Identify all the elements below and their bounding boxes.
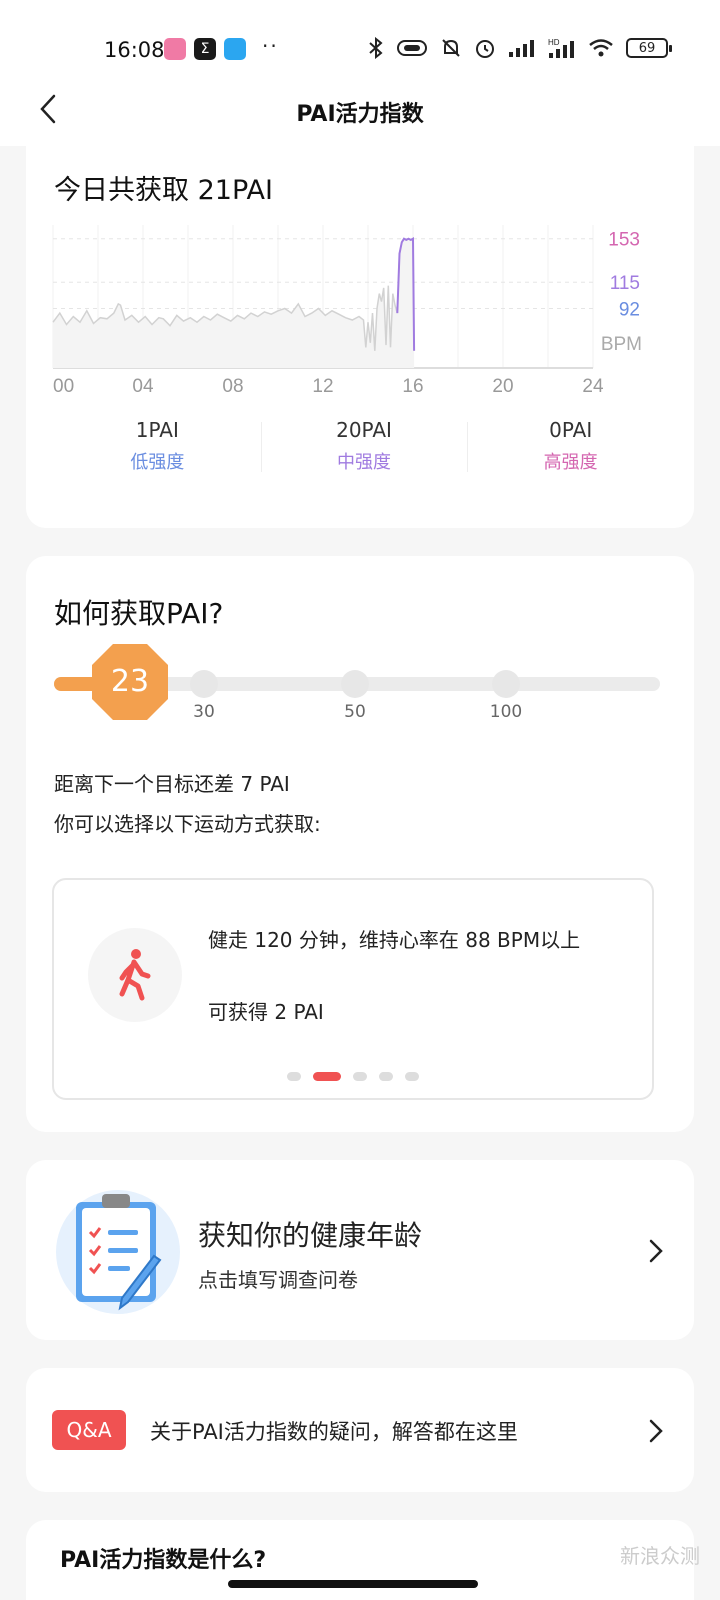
heart-rate-area xyxy=(53,238,415,368)
vibrate-icon xyxy=(397,40,427,56)
qa-text: 关于PAI活力指数的疑问，解答都在这里 xyxy=(150,1420,518,1444)
walking-person-icon xyxy=(119,949,151,1001)
suggestion-reward: 可获得 2 PAI xyxy=(208,1000,324,1024)
pai-stat-label: 低强度 xyxy=(130,452,185,473)
milestone-dot xyxy=(492,670,520,698)
bilibili-icon xyxy=(164,38,186,60)
pager-dot[interactable] xyxy=(379,1072,393,1081)
svg-text:HD: HD xyxy=(548,38,560,47)
qa-card[interactable]: Q&A 关于PAI活力指数的疑问，解答都在这里 xyxy=(26,1368,694,1492)
reference-label: 115 xyxy=(610,273,640,294)
notification-icons: Σ xyxy=(164,38,246,60)
what-is-pai-title: PAI活力指数是什么? xyxy=(60,1548,267,1573)
pai-stat-value: 1PAI xyxy=(135,418,179,442)
how-to-get-pai-card: 如何获取PAI? 30 50 100 23 距离下一个目标还差 7 PAI 你可… xyxy=(26,556,694,1132)
cloud-app-icon xyxy=(224,38,246,60)
walking-icon-circle xyxy=(88,928,182,1022)
pai-intensity-stats: 1PAI 低强度 20PAI 中强度 0PAI 高强度 xyxy=(54,418,674,486)
pai-stat-label: 高强度 xyxy=(543,452,598,473)
reference-label: 92 xyxy=(619,300,640,321)
suggestion-text: 健走 120 分钟，维持心率在 88 BPM以上 xyxy=(208,928,581,952)
suggestion-pager xyxy=(54,1072,652,1081)
mute-icon xyxy=(442,39,460,57)
health-age-card[interactable]: 获知你的健康年龄 点击填写调查问卷 xyxy=(26,1160,694,1340)
milestone-label: 30 xyxy=(193,702,215,722)
battery-icon: 69 xyxy=(626,38,672,58)
watermark: 新浪众测 xyxy=(620,1544,700,1568)
pager-dot[interactable] xyxy=(287,1072,301,1081)
hd-signal-icon: HD xyxy=(548,38,574,58)
x-tick-label: 04 xyxy=(132,376,154,397)
exercise-suggestion-card[interactable]: 健走 120 分钟，维持心率在 88 BPM以上 可获得 2 PAI xyxy=(52,878,654,1100)
pai-stat-high: 0PAI 高强度 xyxy=(467,418,674,486)
pager-dot[interactable] xyxy=(353,1072,367,1081)
x-tick-label: 16 xyxy=(402,376,423,397)
qa-badge: Q&A xyxy=(52,1410,126,1450)
today-pai-card: 今日共获取 21PAI 153 115 92 BPM 00 04 08 12 16 20 24 1P… xyxy=(26,140,694,528)
signal-icon xyxy=(509,40,534,57)
milestone-label: 50 xyxy=(344,702,366,722)
x-tick-label: 12 xyxy=(312,376,333,397)
what-is-pai-card: PAI活力指数是什么? xyxy=(26,1520,694,1600)
chevron-right-icon xyxy=(649,1419,663,1443)
milestone-dot xyxy=(190,670,218,698)
milestone-dot xyxy=(341,670,369,698)
chevron-right-icon xyxy=(649,1239,663,1263)
status-bar: 16:08 Σ ·· HD 69 xyxy=(0,0,720,90)
health-age-title: 获知你的健康年龄 xyxy=(198,1219,423,1252)
how-to-title: 如何获取PAI? xyxy=(54,597,224,630)
health-age-subtitle: 点击填写调查问卷 xyxy=(198,1268,358,1292)
heart-rate-chart: 153 115 92 BPM 00 04 08 12 16 20 24 xyxy=(52,225,642,397)
battery-level: 69 xyxy=(638,40,656,56)
goal-remaining-text: 距离下一个目标还差 7 PAI xyxy=(54,772,290,796)
current-pai-value: 23 xyxy=(110,664,150,699)
milestone-label: 100 xyxy=(489,702,523,722)
pager-dot-active[interactable] xyxy=(313,1072,341,1081)
pai-stat-value: 20PAI xyxy=(336,418,392,442)
pager-dot[interactable] xyxy=(405,1072,419,1081)
x-tick-label: 24 xyxy=(582,376,604,397)
x-tick-label: 08 xyxy=(222,376,243,397)
pai-stat-low: 1PAI 低强度 xyxy=(54,418,261,486)
home-indicator[interactable] xyxy=(228,1580,478,1588)
pai-stat-mid: 20PAI 中强度 xyxy=(260,418,468,486)
alarm-icon xyxy=(476,40,494,58)
page-title: PAI活力指数 xyxy=(296,102,424,127)
nav-bar: PAI活力指数 xyxy=(0,84,720,146)
pai-stat-value: 0PAI xyxy=(549,418,593,442)
bluetooth-icon xyxy=(369,37,383,59)
y-unit-label: BPM xyxy=(601,334,642,355)
reference-label: 153 xyxy=(608,230,640,251)
wifi-icon xyxy=(589,39,613,57)
status-time: 16:08 xyxy=(104,38,165,62)
x-tick-label: 00 xyxy=(53,376,74,397)
more-notifications-icon: ·· xyxy=(262,34,279,58)
x-tick-label: 20 xyxy=(492,376,513,397)
choose-exercise-text: 你可以选择以下运动方式获取: xyxy=(54,812,321,836)
clipboard-checklist-icon xyxy=(56,1190,180,1314)
pai-stat-label: 中强度 xyxy=(337,452,391,473)
status-icons: HD 69 xyxy=(368,37,672,59)
sigma-app-icon: Σ xyxy=(194,38,216,60)
